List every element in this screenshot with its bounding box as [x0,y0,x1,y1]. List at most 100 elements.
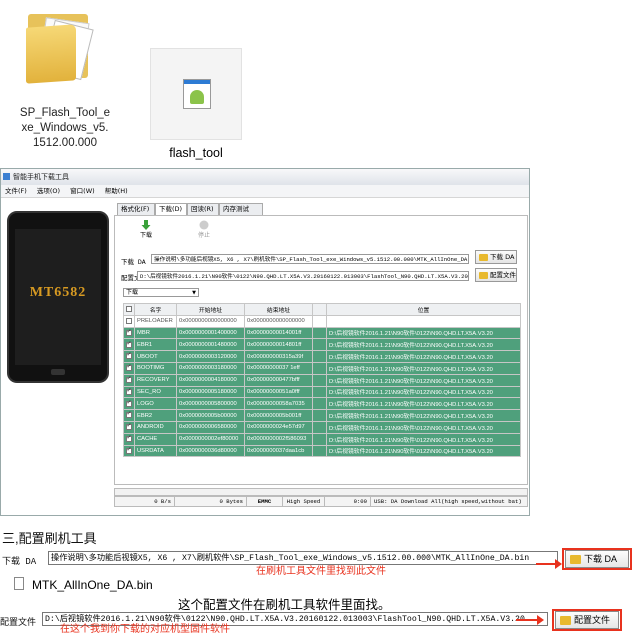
row-blank-cell [312,361,327,375]
table-row[interactable]: EBR10x00000000014800000x00000000014801ff… [123,338,521,352]
partition-name: UBOOT [134,350,177,363]
stop-label: 停止 [197,232,210,239]
row-checkbox[interactable] [126,446,132,454]
tab-format[interactable]: 格式化(F) [117,203,155,215]
table-row[interactable]: BOOTIMG0x00000000031800000x00000000037 1… [123,361,521,375]
menu-options[interactable]: 选项(O) [37,187,60,195]
partition-name: MBR [134,326,177,340]
da-label: 下载 DA [121,259,146,266]
menu-file[interactable]: 文件(F) [5,187,27,195]
partition-name: EBR1 [134,338,177,352]
row-checkbox[interactable] [126,328,132,336]
partition-name: USRDATA [134,444,177,458]
partition-name: CACHE [134,432,177,446]
end-address: 0x0000000000000000 [244,314,313,328]
scatter-file-button[interactable]: 配置文件 [475,268,517,282]
start-address: 0x0000000003120000 [176,350,245,363]
folder-icon[interactable] [22,4,102,100]
row-blank-cell [312,420,327,434]
row-checkbox[interactable] [126,317,132,324]
table-row[interactable]: RECOVERY0x00000000041800000x000000000477… [123,373,521,387]
phone-home-button [51,369,65,375]
header-blank [312,303,327,316]
row-blank-cell [312,373,327,387]
row-checkbox[interactable] [126,363,132,372]
lower-scatter-file-button[interactable]: 配置文件 [555,611,619,629]
row-blank-cell [312,338,327,352]
download-panel: 下载 停止 下载 DA 操作说明\多功能后视镜X5, X6 , X7\刷机软件\… [114,215,528,485]
table-row[interactable]: CACHE0x0000000002ef800000x0000000002f586… [123,432,521,446]
row-checkbox[interactable] [126,340,132,348]
android-icon [190,90,204,104]
mode-select[interactable]: 下载 [123,288,199,297]
end-address: 0x0000000002f586093 [244,432,313,446]
table-row[interactable]: USRDATA0x0000000036d800000x0000000037daa… [123,444,521,458]
flash-tool-label: flash_tool [169,146,223,160]
flash-tool-exe-icon[interactable] [150,48,242,140]
status-time: 0:00 [325,497,371,507]
table-row[interactable]: SEC_RO0x00000000051800000x00000000051a0f… [123,385,521,399]
menu-help[interactable]: 帮助(H) [105,187,128,195]
folder-front [26,24,76,84]
scatter-annotation: 在这个我到你下载的对应机型固件软件 [60,624,230,635]
partition-name: LOGO [134,397,177,411]
select-all-checkbox[interactable] [126,306,132,313]
status-bar: 0 B/s 0 Bytes EMMC High Speed 0:00 USB: … [114,496,528,507]
tab-memory-test[interactable]: 内存测试(M) [219,203,263,224]
start-address: 0x0000000006580000 [176,420,245,434]
annotation-arrow [516,615,544,625]
header-name: 名字 [134,303,177,316]
row-checkbox[interactable] [126,399,132,407]
scatter-path-field[interactable]: D:\后视镜软件2016.1.21\N90软件\0122\N90.QHD.LT.… [137,271,469,281]
row-checkbox[interactable] [126,387,132,395]
end-address: 0x0000000037daa1cb [244,444,313,458]
partition-location: D:\后视镜软件2016.1.21\N90软件\0122\N90.QHD.LT.… [326,350,521,363]
table-header: 名字 开始地址 结束地址 位置 [123,303,521,316]
row-check-cell [123,385,135,399]
table-row[interactable]: LOGO0x00000000058000000x00000000058a7035… [123,397,521,411]
start-address: 0x0000000002ef80000 [176,432,245,446]
table-row[interactable]: ANDROID0x00000000065800000x0000000024e57… [123,420,521,434]
tab-readback[interactable]: 回读(R) [187,203,219,215]
row-checkbox[interactable] [126,375,132,383]
table-row[interactable]: UBOOT0x00000000031200000x000000000315a39… [123,350,521,363]
row-check-cell [123,409,135,422]
row-blank-cell [312,314,327,328]
row-check-cell [123,361,135,375]
row-blank-cell [312,444,327,458]
row-checkbox[interactable] [126,352,132,360]
partition-name: ANDROID [134,420,177,434]
download-da-label: 下载 DA [490,253,515,261]
end-address: 0x00000000014001ff [244,326,313,340]
start-address: 0x0000000001400000 [176,326,245,340]
stop-button[interactable]: 停止 [193,220,215,239]
da-path-field[interactable]: 操作说明\多功能后视镜X5, X6 , X7\刷机软件\SP_Flash_Too… [151,254,469,264]
end-address: 0x00000000037 1eff [244,361,313,375]
row-check-cell [123,444,135,458]
row-checkbox[interactable] [126,411,132,419]
row-blank-cell [312,385,327,399]
end-address: 0x00000000058a7035 [244,397,313,411]
folder-label-line: 1512.00.000 [33,137,97,149]
menubar: 文件(F) 选项(O) 窗口(W) 帮助(H) [1,185,529,198]
partition-location [326,314,521,328]
table-row[interactable]: PRELOADER 0x0000000000000000 0x00000000000… [123,314,521,328]
lower-download-da-button[interactable]: 下载 DA [565,550,629,568]
row-checkbox[interactable] [126,422,132,431]
lower-download-da-label: 下载 DA [584,554,618,564]
partition-location: D:\后视镜软件2016.1.21\N90软件\0122\N90.QHD.LT.… [326,373,521,387]
download-button[interactable]: 下载 [135,220,157,239]
status-bytes: 0 Bytes [175,497,247,507]
phone-screen: MT6582 [15,229,101,365]
menu-window[interactable]: 窗口(W) [70,187,95,195]
partition-name: RECOVERY [134,373,177,387]
table-row[interactable]: EBR20x0000000005b000000x0000000005b001ff… [123,409,521,422]
folder-label-line: xe_Windows_v5. [21,122,109,134]
download-da-button[interactable]: 下载 DA [475,250,517,264]
folder-icon [479,254,488,261]
table-row[interactable]: MBR0x00000000014000000x00000000014001ff D… [123,326,521,340]
status-storage: EMMC [247,497,283,507]
row-checkbox[interactable] [126,434,132,442]
end-address: 0x000000000315a39f [244,350,313,363]
window-title: 智能手机下载工具 [13,173,69,181]
